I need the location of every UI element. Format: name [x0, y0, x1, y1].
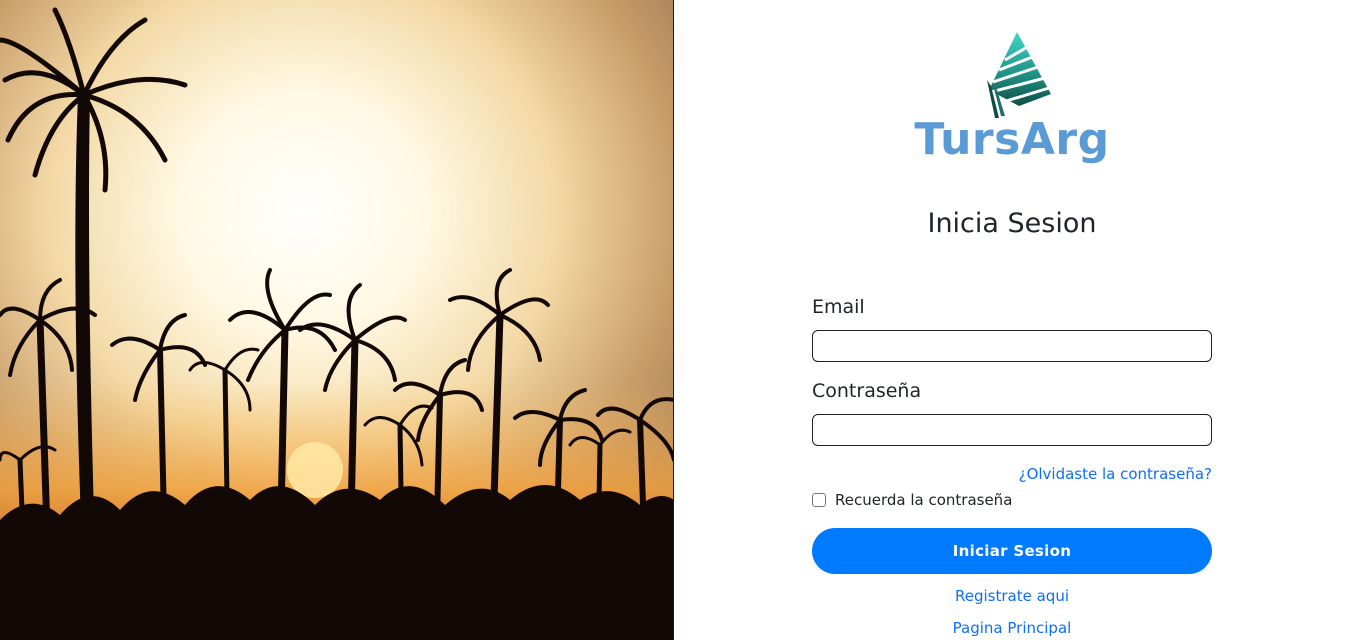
password-label: Contraseña [812, 380, 922, 402]
login-button[interactable]: Iniciar Sesion [812, 528, 1212, 574]
password-field[interactable] [812, 414, 1212, 446]
home-link[interactable]: Pagina Principal [953, 619, 1072, 637]
login-page: TursArg Inicia Sesion Email Contraseña ¿… [0, 0, 1349, 640]
login-panel: TursArg Inicia Sesion Email Contraseña ¿… [675, 0, 1349, 640]
page-title: Inicia Sesion [927, 208, 1097, 239]
login-form: Email Contraseña ¿Olvidaste la contraseñ… [812, 296, 1212, 574]
palm-sunset-photo [0, 0, 674, 640]
home-row: Pagina Principal [675, 618, 1349, 637]
register-row: Registrate aqui [675, 586, 1349, 605]
brand-name: TursArg [914, 114, 1110, 165]
logo-icon [987, 32, 1051, 118]
register-link[interactable]: Registrate aqui [955, 587, 1069, 605]
forgot-password-link[interactable]: ¿Olvidaste la contraseña? [1019, 465, 1212, 483]
email-field[interactable] [812, 330, 1212, 362]
email-label: Email [812, 296, 865, 318]
remember-row: Recuerda la contraseña [812, 488, 1212, 512]
palm-sunset-image [0, 0, 673, 640]
remember-checkbox[interactable] [812, 493, 826, 507]
forgot-row: ¿Olvidaste la contraseña? [812, 464, 1212, 486]
remember-label: Recuerda la contraseña [835, 491, 1013, 509]
